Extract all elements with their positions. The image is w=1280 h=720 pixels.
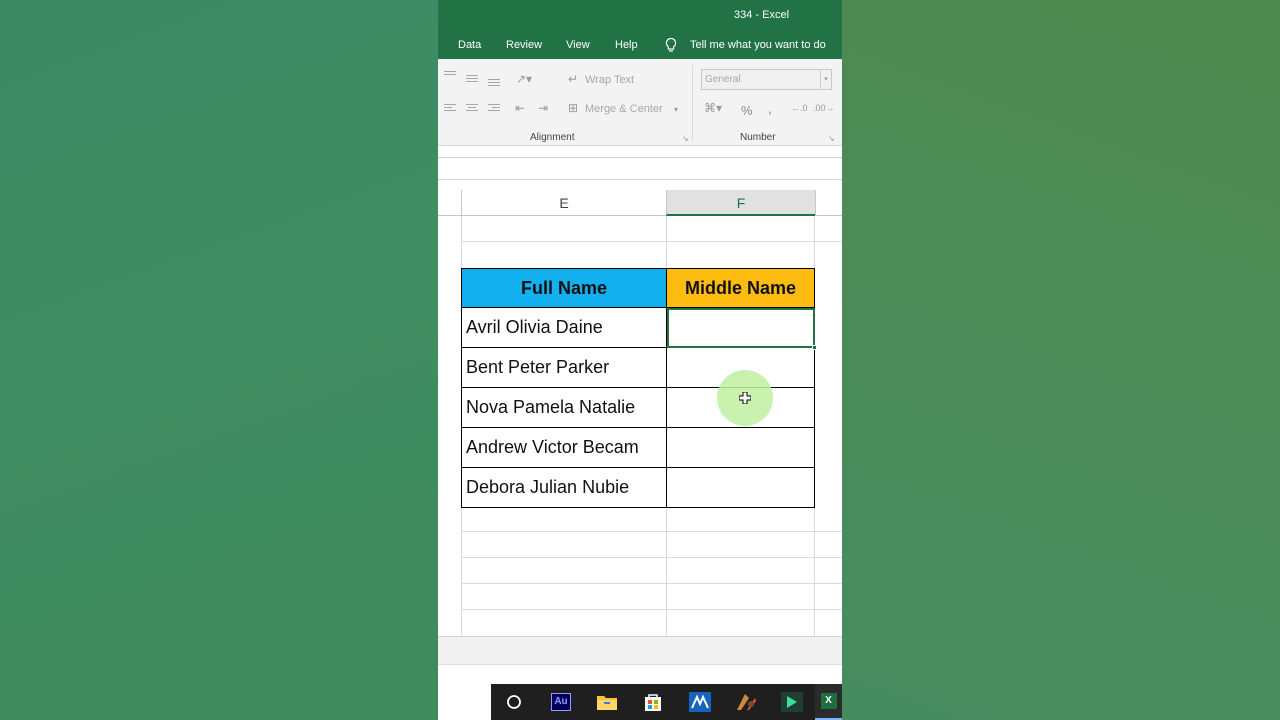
- app-arrow-icon[interactable]: [769, 684, 815, 720]
- table-row: Andrew Victor Becam: [461, 427, 815, 468]
- wrap-text-icon[interactable]: ↵: [568, 73, 578, 85]
- audition-label: Au: [551, 693, 571, 711]
- middle-name-cell-active[interactable]: [666, 307, 815, 348]
- header-middle-name[interactable]: Middle Name: [666, 268, 815, 308]
- ribbon-home: ↗▾ ⇤ ⇥ ↵ Wrap Text ⊞ Merge & Center ▾ Al…: [438, 59, 842, 146]
- tab-review[interactable]: Review: [506, 39, 542, 51]
- window-title: 334 - Excel: [734, 9, 790, 21]
- cell-cursor-icon: [739, 392, 751, 404]
- formula-bar[interactable]: [438, 157, 842, 180]
- column-header-row: E F: [438, 190, 842, 216]
- align-bottom-icon[interactable]: [488, 79, 500, 89]
- alignment-group-label: Alignment: [530, 132, 575, 143]
- tell-me-search[interactable]: Tell me what you want to do: [690, 39, 826, 51]
- file-explorer-icon[interactable]: [584, 684, 630, 720]
- middle-name-cell[interactable]: [666, 467, 815, 508]
- increase-indent-icon[interactable]: ⇥: [538, 102, 548, 114]
- align-left-icon[interactable]: [444, 104, 456, 114]
- full-name-cell[interactable]: Andrew Victor Becam: [461, 427, 667, 468]
- table-row: Debora Julian Nubie: [461, 467, 815, 508]
- merge-center-button[interactable]: Merge & Center: [585, 103, 663, 115]
- align-center-icon[interactable]: [466, 104, 478, 114]
- alignment-launcher-icon[interactable]: ↘: [682, 133, 689, 145]
- excel-window: 334 - Excel Data Review View Help Tell m…: [438, 0, 842, 720]
- increase-decimal-icon[interactable]: ←.0: [791, 102, 808, 114]
- sheet-tabs-bar: [438, 636, 842, 664]
- excel-icon[interactable]: X: [815, 684, 842, 720]
- column-header-e[interactable]: E: [461, 190, 666, 216]
- orientation-icon[interactable]: ↗▾: [516, 73, 532, 85]
- align-middle-icon[interactable]: [466, 75, 478, 85]
- full-name-cell[interactable]: Avril Olivia Daine: [461, 307, 667, 348]
- chevron-down-icon: ▾: [820, 70, 831, 89]
- background-left: [0, 0, 438, 720]
- number-launcher-icon[interactable]: ↘: [828, 133, 835, 145]
- app-paint-icon[interactable]: [723, 684, 769, 720]
- header-full-name[interactable]: Full Name: [461, 268, 667, 308]
- status-bar: [438, 664, 842, 684]
- decrease-decimal-icon[interactable]: .00→: [813, 102, 835, 114]
- app-m-icon[interactable]: [677, 684, 723, 720]
- gridline: [462, 531, 842, 532]
- ribbon-tabs: Data Review View Help Tell me what you w…: [438, 31, 842, 59]
- fill-handle[interactable]: [812, 345, 817, 350]
- worksheet-grid[interactable]: E F Full Name Middle Name Avril Olivia D…: [438, 190, 842, 636]
- audition-icon[interactable]: Au: [538, 684, 584, 720]
- merge-dropdown-icon[interactable]: ▾: [674, 104, 678, 116]
- table-row: Avril Olivia Daine: [461, 307, 815, 348]
- tab-data[interactable]: Data: [458, 39, 481, 51]
- column-header-f[interactable]: F: [666, 190, 815, 216]
- taskbar: Au X: [438, 684, 842, 720]
- comma-style-button[interactable]: ,: [768, 101, 772, 116]
- search-icon[interactable]: [491, 684, 537, 720]
- accounting-format-icon[interactable]: ⌘▾: [704, 102, 722, 114]
- full-name-cell[interactable]: Bent Peter Parker: [461, 347, 667, 388]
- decrease-indent-icon[interactable]: ⇤: [515, 102, 525, 114]
- tab-help[interactable]: Help: [615, 39, 638, 51]
- store-icon[interactable]: [630, 684, 676, 720]
- align-right-icon[interactable]: [488, 104, 500, 114]
- background-right: [842, 0, 1280, 720]
- lightbulb-icon[interactable]: [664, 37, 678, 53]
- gridline: [462, 583, 842, 584]
- percent-style-button[interactable]: %: [741, 103, 753, 118]
- formula-bar-area: [438, 146, 842, 190]
- middle-name-cell[interactable]: [666, 427, 815, 468]
- gridline: [462, 557, 842, 558]
- title-bar: 334 - Excel: [438, 0, 842, 31]
- number-format-dropdown[interactable]: General ▾: [701, 69, 832, 90]
- tab-view[interactable]: View: [566, 39, 590, 51]
- merge-center-icon[interactable]: ⊞: [568, 102, 578, 114]
- taskbar-apps: Au X: [491, 684, 842, 720]
- excel-label: X: [820, 693, 837, 709]
- table-header-row: Full Name Middle Name: [461, 268, 815, 308]
- number-format-value: General: [705, 74, 741, 85]
- group-separator: [692, 65, 693, 141]
- wrap-text-button[interactable]: Wrap Text: [585, 74, 634, 86]
- full-name-cell[interactable]: Nova Pamela Natalie: [461, 387, 667, 428]
- column-header-g[interactable]: [815, 190, 842, 216]
- gridline: [462, 609, 842, 610]
- align-top-icon[interactable]: [444, 71, 456, 81]
- gridline: [462, 241, 842, 242]
- number-group-label: Number: [740, 132, 776, 143]
- full-name-cell[interactable]: Debora Julian Nubie: [461, 467, 667, 508]
